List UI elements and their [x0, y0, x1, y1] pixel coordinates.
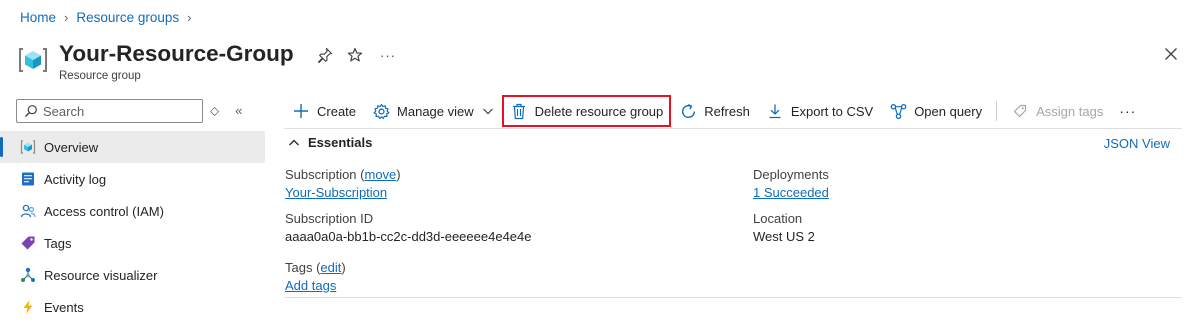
expand-collapse-icon[interactable]: ⬦: [210, 103, 219, 119]
subscription-id-label: Subscription ID: [285, 211, 374, 226]
sidebar-item-access-control[interactable]: Access control (IAM): [0, 195, 265, 227]
trash-icon: [510, 102, 528, 120]
export-label: Export to CSV: [790, 103, 874, 119]
page-subtitle: Resource group: [59, 70, 141, 82]
create-label: Create: [317, 103, 357, 119]
sidebar-item-label: Access control (IAM): [44, 203, 164, 219]
create-button[interactable]: Create: [284, 96, 364, 126]
refresh-icon: [679, 102, 697, 120]
tag-icon: [20, 235, 36, 251]
search-input[interactable]: Search: [16, 99, 203, 123]
toolbar-divider: [996, 101, 998, 121]
essentials-heading: Essentials: [308, 135, 373, 150]
sidebar: Search ⬦ « Overview Activity log Access …: [0, 96, 265, 324]
tags-field: Tags (edit) Add tags: [285, 260, 346, 295]
visualizer-icon: [20, 267, 36, 283]
pin-icon[interactable]: [314, 44, 336, 66]
query-icon: [889, 102, 907, 120]
deployments-field: Deployments 1 Succeeded: [753, 166, 829, 202]
deployments-link[interactable]: 1 Succeeded: [753, 184, 829, 202]
divider: [284, 297, 1182, 298]
close-icon[interactable]: [1160, 43, 1182, 65]
export-csv-button[interactable]: Export to CSV: [758, 96, 881, 126]
subscription-field: Subscription (move) Your-Subscription: [285, 167, 401, 202]
refresh-button[interactable]: Refresh: [671, 96, 758, 126]
gear-icon: [372, 102, 390, 120]
subscription-id-value: aaaa0a0a-bb1b-cc2c-dd3d-eeeeee4e4e4e: [285, 229, 532, 244]
resource-group-icon: [20, 139, 36, 155]
open-query-label: Open query: [914, 103, 983, 119]
assign-tags-label: Assign tags: [1036, 103, 1104, 119]
location-value: West US 2: [753, 229, 815, 244]
sidebar-item-resource-visualizer[interactable]: Resource visualizer: [0, 259, 265, 291]
essentials-toggle[interactable]: Essentials: [288, 135, 372, 150]
page-title: Your-Resource-Group: [59, 41, 294, 66]
sidebar-item-events[interactable]: Events: [0, 291, 265, 323]
resource-group-icon: [19, 48, 47, 72]
refresh-label: Refresh: [704, 103, 750, 119]
chevron-up-icon: [288, 137, 300, 149]
search-icon: [25, 105, 37, 117]
delete-label: Delete resource group: [534, 103, 664, 119]
deployments-label: Deployments: [753, 167, 829, 182]
edit-tags-link[interactable]: edit: [320, 260, 341, 275]
manage-view-label: Manage view: [397, 103, 474, 119]
tag-icon: [1011, 102, 1029, 120]
location-field: Location West US 2: [753, 210, 815, 246]
sidebar-item-label: Activity log: [44, 171, 107, 187]
assign-tags-button[interactable]: Assign tags: [1003, 96, 1111, 126]
sidebar-nav: Overview Activity log Access control (IA…: [0, 131, 265, 323]
sidebar-item-tags[interactable]: Tags: [0, 227, 265, 259]
collapse-sidebar-icon[interactable]: «: [235, 103, 242, 119]
subscription-label: Subscription: [285, 167, 357, 182]
breadcrumb: Home › Resource groups ›: [20, 10, 200, 25]
location-label: Location: [753, 211, 803, 226]
sidebar-controls: ⬦ «: [210, 103, 242, 119]
sidebar-item-label: Overview: [44, 139, 99, 155]
chevron-down-icon: [482, 105, 494, 117]
chevron-right-icon: ›: [64, 10, 69, 25]
chevron-right-icon: ›: [187, 10, 192, 25]
breadcrumb-resource-groups[interactable]: Resource groups: [76, 10, 179, 25]
divider: [284, 128, 1182, 129]
subscription-id-field: Subscription ID aaaa0a0a-bb1b-cc2c-dd3d-…: [285, 210, 532, 246]
more-commands-button[interactable]: ···: [1111, 96, 1144, 126]
sidebar-item-overview[interactable]: Overview: [0, 131, 265, 163]
breadcrumb-home[interactable]: Home: [20, 10, 56, 25]
move-subscription-link[interactable]: move: [365, 167, 397, 182]
open-query-button[interactable]: Open query: [881, 96, 990, 126]
people-icon: [20, 203, 36, 219]
sidebar-item-activity-log[interactable]: Activity log: [0, 163, 265, 195]
sidebar-item-label: Resource visualizer: [44, 267, 158, 283]
more-options-icon[interactable]: ···: [377, 44, 399, 66]
delete-resource-group-button[interactable]: Delete resource group: [501, 95, 672, 127]
plus-icon: [292, 102, 310, 120]
command-bar: Create Manage view Delete resource group…: [284, 95, 1184, 127]
sidebar-item-label: Events: [44, 299, 84, 315]
page-header: Your-Resource-Group Resource group ···: [18, 40, 1182, 88]
subscription-link[interactable]: Your-Subscription: [285, 184, 401, 202]
sidebar-item-label: Tags: [44, 235, 72, 251]
manage-view-button[interactable]: Manage view: [364, 96, 502, 126]
tags-label: Tags: [285, 260, 313, 275]
add-tags-link[interactable]: Add tags: [285, 277, 346, 295]
download-icon: [766, 102, 784, 120]
lightning-icon: [20, 299, 36, 315]
json-view-link[interactable]: JSON View: [1104, 136, 1170, 151]
star-icon[interactable]: [344, 44, 366, 66]
activity-log-icon: [20, 171, 36, 187]
search-placeholder: Search: [43, 103, 85, 119]
